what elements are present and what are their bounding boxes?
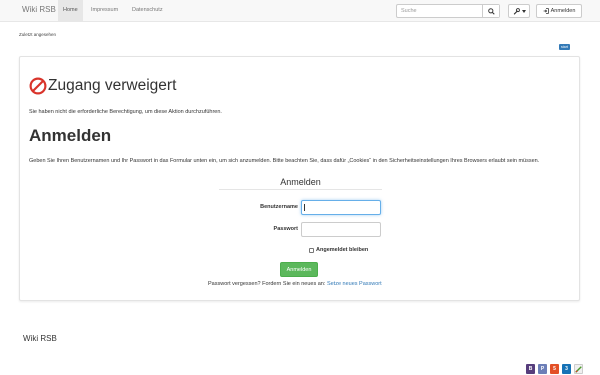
caret-down-icon bbox=[521, 9, 526, 13]
dokuwiki-logo bbox=[575, 365, 582, 373]
breadcrumb-start-badge[interactable]: start bbox=[559, 44, 570, 50]
nav-impressum[interactable]: Impressum bbox=[86, 0, 123, 21]
forgot-password-prompt: Passwort vergessen? Fordern Sie ein neue… bbox=[208, 281, 326, 287]
brand-link[interactable]: Wiki RSB bbox=[22, 5, 56, 14]
forgot-password-text: Passwort vergessen? Fordern Sie ein neue… bbox=[208, 281, 382, 287]
php-icon[interactable]: P bbox=[538, 364, 547, 374]
nav-home[interactable]: Home bbox=[58, 0, 83, 21]
remember-me-option[interactable]: Angemeldet bleiben bbox=[309, 247, 368, 253]
bootstrap-icon[interactable]: B bbox=[526, 364, 535, 374]
login-heading: Anmelden bbox=[29, 126, 112, 145]
footer-badges: B P 5 3 bbox=[526, 364, 583, 374]
top-navbar: Wiki RSB Home Impressum Datenschutz Anme… bbox=[0, 0, 600, 22]
tools-menu-button[interactable] bbox=[508, 4, 530, 18]
search-button[interactable] bbox=[482, 5, 499, 17]
password-label: Passwort bbox=[273, 226, 298, 232]
search-input[interactable] bbox=[397, 5, 482, 17]
html5-icon[interactable]: 5 bbox=[550, 364, 559, 374]
login-form-legend: Anmelden bbox=[280, 177, 321, 187]
search-form bbox=[396, 4, 500, 18]
nav-datenschutz[interactable]: Datenschutz bbox=[127, 0, 168, 21]
legend-divider bbox=[219, 189, 382, 190]
sign-in-icon bbox=[543, 8, 549, 14]
search-icon bbox=[487, 7, 495, 15]
login-nav-label: Anmelden bbox=[550, 8, 576, 14]
login-submit-button[interactable]: Anmelden bbox=[280, 262, 318, 277]
access-denied-title: Zugang verweigert bbox=[48, 77, 177, 94]
login-instructions: Geben Sie Ihren Benutzernamen und Ihr Pa… bbox=[29, 158, 540, 164]
footer-title: Wiki RSB bbox=[23, 334, 57, 343]
access-denied-heading: Zugang verweigert bbox=[29, 76, 176, 96]
remember-me-checkbox[interactable] bbox=[309, 247, 314, 253]
text-caret bbox=[304, 204, 305, 211]
username-field[interactable] bbox=[301, 200, 381, 215]
login-nav-button[interactable]: Anmelden bbox=[536, 4, 582, 18]
remember-me-label: Angemeldet bleiben bbox=[316, 247, 369, 253]
no-entry-icon bbox=[29, 77, 47, 95]
wrench-icon bbox=[513, 7, 520, 15]
access-denied-text: Sie haben nicht die erforderliche Berech… bbox=[29, 109, 222, 115]
recently-viewed-label: Zuletzt angesehen bbox=[19, 32, 57, 37]
password-field[interactable] bbox=[301, 222, 381, 237]
css3-icon[interactable]: 3 bbox=[562, 364, 571, 374]
reset-password-link[interactable]: Setze neues Passwort bbox=[327, 281, 382, 287]
username-label: Benutzername bbox=[260, 204, 298, 210]
dokuwiki-icon[interactable] bbox=[574, 364, 583, 374]
